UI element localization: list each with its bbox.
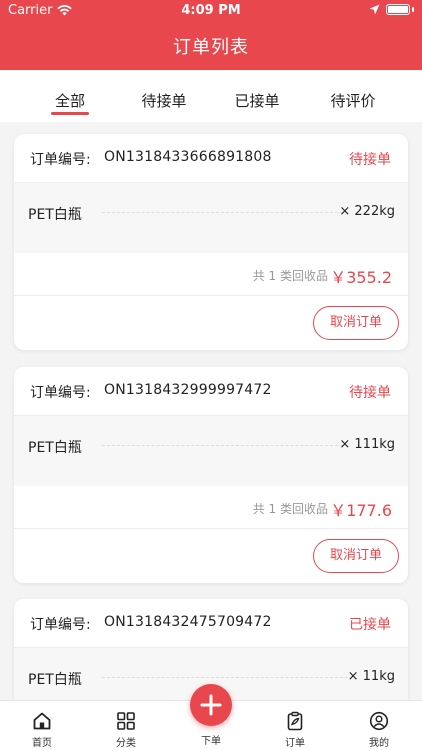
tabbar-label: 订单	[285, 738, 305, 749]
page-title: 订单列表	[173, 37, 249, 58]
tab-all[interactable]: 全部	[25, 90, 115, 111]
order-header: 订单编号: ON1318432999997472 待接单	[14, 367, 408, 416]
order-number: ON1318432475709472	[104, 614, 272, 630]
order-item: PET白瓶 × 111kg	[14, 416, 408, 486]
location-arrow-icon	[369, 4, 380, 15]
order-price: ￥177.6	[330, 501, 392, 520]
order-number: ON1318433666891808	[104, 149, 272, 165]
item-name: PET白瓶	[28, 207, 82, 223]
order-summary: 共 1 类回收品 ￥355.2	[14, 253, 408, 296]
order-status: 待接单	[349, 385, 391, 401]
grid-icon	[117, 712, 135, 730]
tabbar-home[interactable]: 首页	[19, 711, 65, 749]
item-name: PET白瓶	[28, 672, 82, 688]
dash-divider	[102, 677, 348, 678]
tabbar-label: 分类	[116, 738, 136, 749]
battery-icon	[386, 4, 410, 15]
filter-tabs: 全部 待接单 已接单 待评价	[0, 70, 422, 122]
item-name: PET白瓶	[28, 440, 82, 456]
order-summary: 共 1 类回收品 ￥177.6	[14, 486, 408, 529]
summary-count: 共 1 类回收品	[252, 269, 328, 283]
clock: 4:09 PM	[181, 3, 241, 18]
status-bar: Carrier 4:09 PM	[0, 0, 422, 22]
order-header: 订单编号: ON1318433666891808 待接单	[14, 134, 408, 183]
tabbar-label: 我的	[369, 738, 389, 749]
order-number-label: 订单编号:	[30, 385, 91, 401]
plus-icon	[200, 694, 222, 716]
item-quantity: × 222kg	[339, 204, 395, 219]
item-quantity: × 111kg	[339, 437, 395, 452]
order-price: ￥355.2	[330, 268, 392, 287]
order-card[interactable]: 订单编号: ON1318432999997472 待接单 PET白瓶 × 111…	[14, 367, 408, 583]
tabbar-orders[interactable]: 订单	[272, 711, 318, 749]
cancel-order-button[interactable]: 取消订单	[313, 539, 399, 573]
order-card[interactable]: 订单编号: ON1318433666891808 待接单 PET白瓶 × 222…	[14, 134, 408, 350]
tabbar-label: 下单	[201, 736, 221, 747]
tabbar-profile[interactable]: 我的	[356, 711, 402, 749]
order-status: 待接单	[349, 152, 391, 168]
tab-to-review[interactable]: 待评价	[308, 90, 398, 111]
item-quantity: × 11kg	[347, 669, 395, 684]
order-icon	[287, 711, 303, 731]
tab-accepted[interactable]: 已接单	[212, 90, 302, 111]
dash-divider	[102, 445, 348, 446]
tabbar-label: 首页	[32, 738, 52, 749]
cancel-order-button[interactable]: 取消订单	[313, 306, 399, 340]
tabbar-category[interactable]: 分类	[103, 711, 149, 749]
dash-divider	[102, 212, 348, 213]
user-icon	[369, 711, 389, 731]
order-number-label: 订单编号:	[30, 152, 91, 168]
order-number: ON1318432999997472	[104, 382, 272, 398]
summary-count: 共 1 类回收品	[252, 502, 328, 516]
header: Carrier 4:09 PM 订单列表	[0, 0, 422, 70]
order-status: 已接单	[349, 617, 391, 633]
home-icon	[33, 712, 51, 730]
place-order-button[interactable]	[190, 684, 232, 726]
tabbar-place-order[interactable]: 下单	[188, 732, 234, 747]
tab-pending[interactable]: 待接单	[119, 90, 209, 111]
order-item: PET白瓶 × 222kg	[14, 183, 408, 253]
order-number-label: 订单编号:	[30, 617, 91, 633]
order-header: 订单编号: ON1318432475709472 已接单	[14, 599, 408, 648]
active-tab-indicator	[51, 112, 89, 115]
